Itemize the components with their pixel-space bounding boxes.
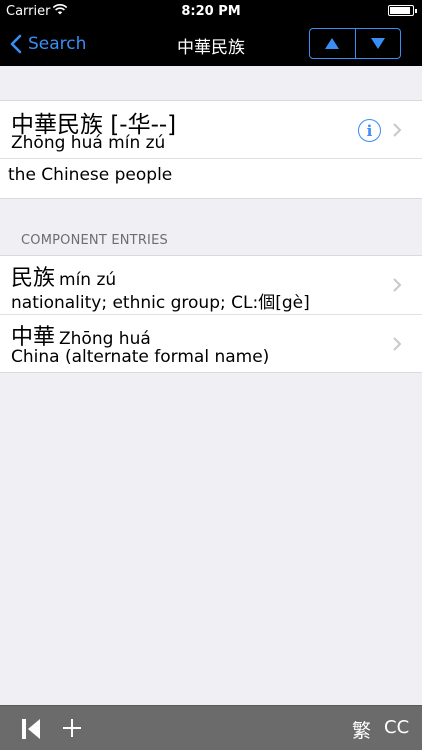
component-definition: China (alternate formal name): [11, 347, 270, 367]
next-entry-button[interactable]: [354, 29, 401, 58]
page-title: 中華民族: [177, 38, 245, 58]
component-pinyin: Zhōng huá: [59, 329, 151, 349]
list-item[interactable]: 民族 mín zú nationality; ethnic group; CL:個…: [0, 256, 422, 314]
top-bar: Carrier 8:20 PM Search 中華民族: [0, 0, 422, 66]
back-button[interactable]: Search: [10, 30, 86, 58]
entry-navigation-control: [309, 28, 401, 59]
skip-to-start-icon: [22, 719, 40, 739]
navigation-bar: Search 中華民族: [0, 22, 422, 66]
cc-button[interactable]: CC: [384, 717, 409, 738]
component-pinyin: mín zú: [59, 270, 117, 290]
add-button[interactable]: [60, 715, 84, 741]
arrow-down-icon: [370, 38, 385, 49]
back-button-label: Search: [28, 34, 87, 54]
entry-pinyin: Zhōng huá mín zú: [11, 133, 166, 153]
battery-icon: [388, 5, 417, 16]
first-entry-button[interactable]: [20, 717, 42, 741]
component-entries-list: 民族 mín zú nationality; ethnic group; CL:個…: [0, 255, 422, 373]
bottom-toolbar: 繁 CC: [0, 705, 422, 750]
info-icon[interactable]: i: [358, 119, 381, 142]
status-bar: Carrier 8:20 PM: [0, 0, 422, 22]
section-header: COMPONENT ENTRIES: [21, 233, 168, 248]
headword-row[interactable]: 中華民族 [-华--] Zhōng huá mín zú i: [0, 101, 422, 158]
arrow-up-icon: [325, 38, 340, 49]
chevron-right-icon: [393, 278, 402, 292]
traditional-toggle-button[interactable]: 繁: [352, 716, 371, 743]
chevron-left-icon: [10, 34, 22, 54]
status-time: 8:20 PM: [181, 4, 241, 19]
plus-icon: [63, 719, 81, 737]
divider: [0, 158, 422, 159]
chevron-right-icon: [393, 123, 402, 137]
component-definition: nationality; ethnic group; CL:個[gè]: [11, 293, 310, 313]
entry-card: 中華民族 [-华--] Zhōng huá mín zú i the Chine…: [0, 100, 422, 199]
entry-definition: the Chinese people: [8, 165, 173, 185]
list-item[interactable]: 中華 Zhōng huá China (alternate formal name…: [0, 314, 422, 372]
previous-entry-button[interactable]: [310, 29, 355, 58]
chevron-right-icon: [393, 337, 402, 351]
